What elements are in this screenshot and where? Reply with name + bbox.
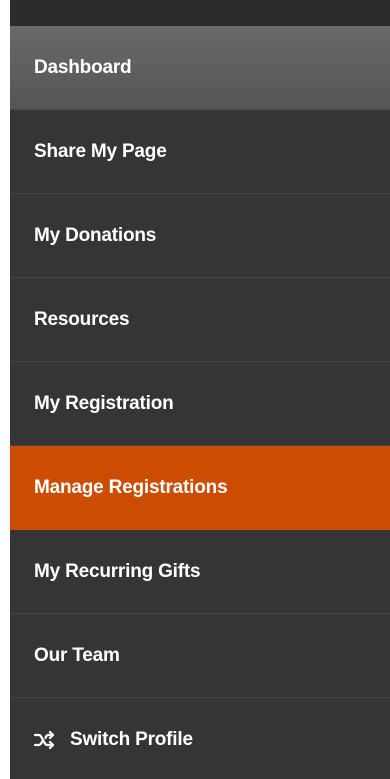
- nav-item-label: My Recurring Gifts: [34, 560, 201, 582]
- nav-item-dashboard[interactable]: Dashboard: [10, 26, 390, 110]
- nav-item-switch-profile[interactable]: Switch Profile: [10, 698, 390, 779]
- nav-item-label: Our Team: [34, 644, 120, 666]
- nav-item-our-team[interactable]: Our Team: [10, 614, 390, 698]
- nav-item-my-donations[interactable]: My Donations: [10, 194, 390, 278]
- nav-item-resources[interactable]: Resources: [10, 278, 390, 362]
- nav-item-label: Share My Page: [34, 140, 167, 162]
- nav-item-label: Dashboard: [34, 56, 132, 78]
- nav-item-my-recurring-gifts[interactable]: My Recurring Gifts: [10, 530, 390, 614]
- nav-item-manage-registrations[interactable]: Manage Registrations: [10, 446, 390, 530]
- shuffle-icon: [34, 730, 56, 750]
- nav-item-share-my-page[interactable]: Share My Page: [10, 110, 390, 194]
- nav-item-label: Resources: [34, 308, 130, 330]
- nav-item-label: Switch Profile: [70, 729, 193, 750]
- nav-item-label: My Donations: [34, 224, 157, 246]
- sidebar-nav: Dashboard Share My Page My Donations Res…: [10, 0, 390, 779]
- nav-list: Dashboard Share My Page My Donations Res…: [10, 26, 390, 779]
- nav-item-my-registration[interactable]: My Registration: [10, 362, 390, 446]
- nav-item-label: Manage Registrations: [34, 476, 228, 498]
- nav-item-label: My Registration: [34, 392, 174, 414]
- sidebar-top-strip: [10, 0, 390, 26]
